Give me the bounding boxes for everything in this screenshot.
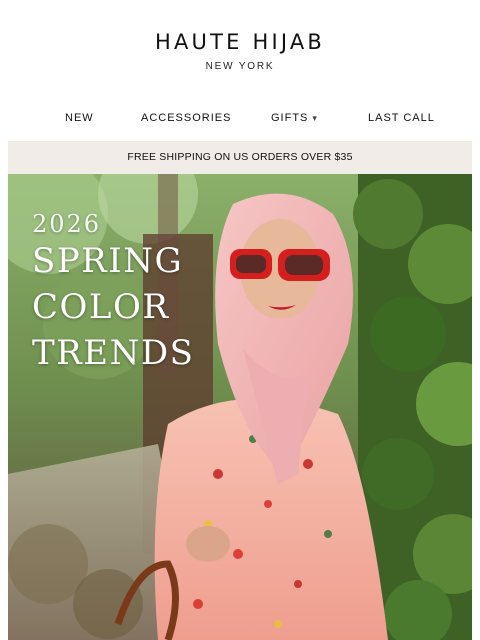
- hero-year: 2026: [32, 210, 102, 238]
- nav-item-gifts-label: GIFTS: [271, 112, 309, 124]
- hero-title-line-3: TRENDS: [32, 333, 195, 373]
- nav-item-gifts[interactable]: GIFTS ▾: [271, 112, 318, 124]
- nav-item-new[interactable]: NEW: [65, 112, 94, 124]
- nav-item-accessories[interactable]: ACCESSORIES: [141, 112, 231, 124]
- brand-location: NEW YORK: [205, 61, 275, 72]
- hero-title-line-1: SPRING: [32, 241, 184, 281]
- promo-banner[interactable]: FREE SHIPPING ON US ORDERS OVER $35: [8, 141, 472, 174]
- nav-item-last-call[interactable]: LAST CALL: [368, 112, 435, 124]
- chevron-down-icon: ▾: [312, 113, 318, 123]
- brand-logo[interactable]: HAUTE HIJAB: [0, 30, 480, 54]
- main-nav: NEW ACCESSORIES GIFTS ▾ LAST CALL: [0, 108, 480, 130]
- hero-title-line-2: COLOR: [32, 287, 170, 327]
- hero-title: 2026 SPRING COLOR TRENDS: [32, 210, 194, 376]
- hero-banner[interactable]: 2026 SPRING COLOR TRENDS: [8, 174, 472, 640]
- email-header: HAUTE HIJAB NEW YORK: [0, 0, 480, 100]
